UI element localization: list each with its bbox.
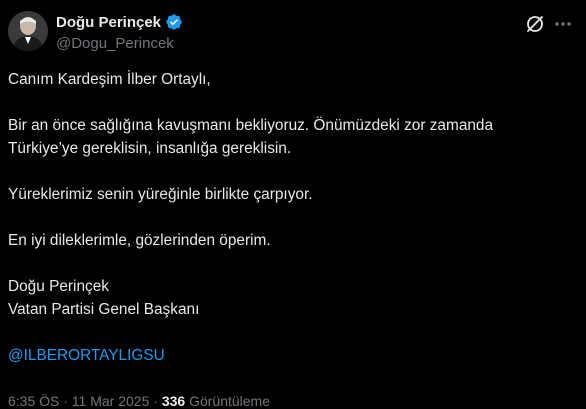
author-name-row: Doğu Perinçek (56, 13, 183, 31)
tweet-timestamp[interactable]: 6:35 ÖS · 11 Mar 2025 (8, 393, 149, 409)
tweet-line: Bir an önce sağlığına kavuşmanı bekliyor… (8, 117, 494, 134)
tweet-text: Canım Kardeşim İlber Ortaylı, Bir an önc… (8, 68, 580, 367)
grok-icon[interactable] (524, 13, 546, 35)
tweet-line: Yüreklerimiz senin yüreğinle birlikte ça… (8, 186, 313, 203)
meta-separator: · (153, 393, 162, 409)
signature-title: Vatan Partisi Genel Başkanı (8, 301, 200, 318)
signature-name: Doğu Perinçek (8, 278, 109, 295)
tweet-meta: 6:35 ÖS · 11 Mar 2025 · 336 Görüntüleme (8, 393, 270, 409)
mention-link[interactable]: @ILBERORTAYLIGSU (8, 347, 165, 364)
author-handle[interactable]: @Dogu_Perincek (56, 35, 174, 52)
verified-badge-icon (165, 13, 183, 31)
avatar[interactable] (8, 11, 48, 51)
more-options-icon[interactable] (552, 13, 574, 35)
tweet-card: Doğu Perinçek @Dogu_Perincek Canım Karde… (0, 0, 586, 409)
author-display-name[interactable]: Doğu Perinçek (56, 14, 161, 31)
tweet-line: En iyi dileklerimle, gözlerinden öperim. (8, 232, 271, 249)
views-count: 336 (161, 393, 186, 409)
tweet-line: Canım Kardeşim İlber Ortaylı, (8, 71, 211, 88)
tweet-line: Türkiye’ye gereklisin, insanlığa gerekli… (8, 140, 292, 157)
views-label: Görüntüleme (189, 393, 271, 409)
